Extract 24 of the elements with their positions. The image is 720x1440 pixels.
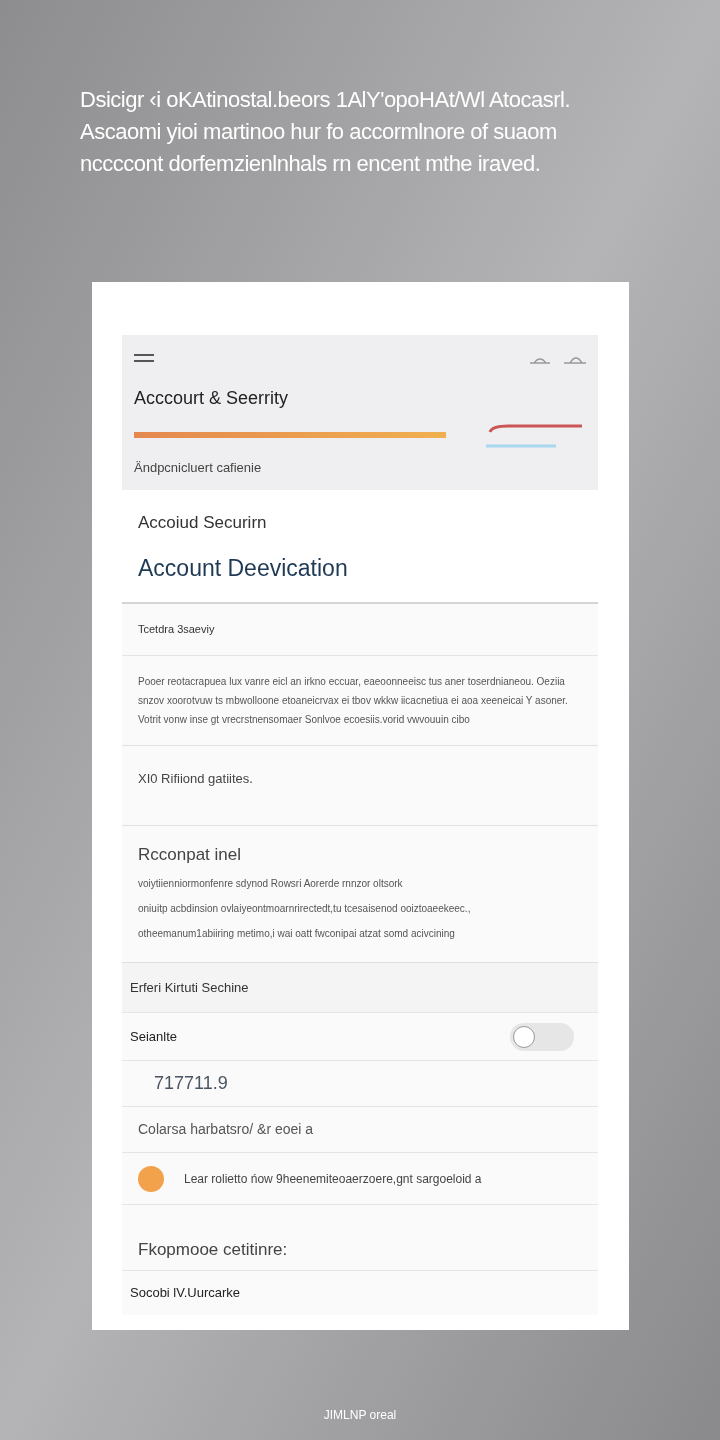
section-label: Accoiud Securirn	[138, 511, 268, 534]
intro-text: nccccont dorfemzienlnhals rn encent mthe iraved.	[80, 150, 542, 178]
screen-subtitle: Ändpcnicluert cafienie	[134, 459, 263, 477]
notice-title: Tcetdra 3saeviy	[138, 621, 215, 637]
section-title: Account Deevication	[138, 554, 349, 583]
notice-text: Pooer reotacrapuea lux vanre eicl an irkno eccuar, eaeoonneeisc tus aner toserdnianeou. Oeziia snzov xoorotvuw ts mbwolloone etoaneicrvax ei tbov wkkw iicacnetiua ei aoa xeeneicai Y asoner. Votrit vonw inse gt vrecrstnensomaer Sonlvoe ecoesiis.vorid vwvouuin cibo	[138, 674, 569, 727]
number-value: 717711.9	[154, 1072, 228, 1095]
recovery-text: oniuitp acbdinsion ovlaiyeontmoarnrirectedt,tu tcesaisenod ooiztoaeekeec.,	[138, 902, 472, 916]
setting-label: Seianlte	[130, 1027, 177, 1046]
menu-icon[interactable]	[134, 354, 154, 362]
recovery-title: Rcconpat inel	[138, 843, 242, 866]
caption-text: JIMLNP oreal	[323, 1407, 397, 1424]
setting-description: Lear rolietto ńow 9heenemiteoaerzoere,gnt sargoeloid a	[184, 1170, 482, 1188]
screen-title: Acccourt & Seerrity	[134, 387, 290, 410]
footer-item: Socobi lV.Uurcarke	[130, 1284, 241, 1303]
recovery-text: voiytiienniormonfenre sdynod Rowsri Aorerde rnnzor oltsork	[138, 877, 404, 891]
footer-title: Fkopmooe cetitinre:	[138, 1238, 288, 1261]
toggle-switch[interactable]	[510, 1022, 574, 1051]
limit-title: XI0 Rifiiond gatiites.	[138, 770, 253, 786]
section-heading: Erferi Kirtuti Sechine	[130, 978, 249, 997]
setting-label: Colarsa harbatsro/ &r eoei a	[138, 1120, 314, 1139]
intro-text: Ascaomi yioi martinoo hur fo accormlnore of suaom	[80, 118, 558, 146]
intro-text: Dsicigr ‹i oKAtinostal.beors 1AlY'opoHAt/Wl Atocasrl.	[80, 86, 571, 114]
recovery-text: otheemanum1abiiring metimo,i wai oatt fwconipai atzat somd acivcining	[138, 927, 456, 941]
